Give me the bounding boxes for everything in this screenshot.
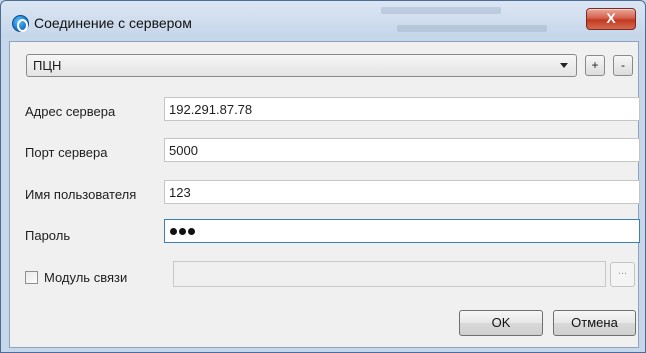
server-address-input[interactable]: 192.291.87.78 [164, 97, 640, 121]
profile-dropdown[interactable]: ПЦН [26, 54, 577, 77]
server-port-label: Порт сервера [25, 145, 108, 160]
comm-module-browse-button: ... [610, 262, 635, 287]
password-dot [170, 228, 177, 235]
close-button[interactable]: X [586, 8, 636, 30]
password-mask [170, 228, 195, 235]
comm-module-input [173, 261, 606, 287]
add-profile-button[interactable]: + [585, 55, 605, 76]
server-port-value: 5000 [169, 143, 198, 158]
profile-selected-value: ПЦН [33, 58, 62, 73]
server-port-input[interactable]: 5000 [164, 138, 640, 162]
username-value: 123 [169, 185, 191, 200]
password-label: Пароль [25, 228, 71, 243]
password-dot [179, 228, 186, 235]
dialog-window: Соединение с сервером X ПЦН + - Адрес се… [0, 0, 646, 353]
password-input[interactable] [164, 219, 640, 243]
background-window-decoration [361, 1, 591, 41]
remove-profile-button[interactable]: - [613, 55, 633, 76]
username-input[interactable]: 123 [164, 180, 640, 204]
username-label: Имя пользователя [25, 187, 137, 202]
comm-module-checkbox[interactable] [25, 271, 38, 284]
ok-button[interactable]: OK [459, 310, 543, 336]
window-title: Соединение с сервером [34, 15, 192, 31]
dialog-body: ПЦН + - Адрес сервера 192.291.87.78 Порт… [9, 41, 640, 348]
server-address-label: Адрес сервера [25, 104, 116, 119]
comm-module-label: Модуль связи [44, 270, 128, 285]
password-dot [188, 228, 195, 235]
server-address-value: 192.291.87.78 [169, 102, 253, 117]
cancel-button[interactable]: Отмена [553, 310, 636, 336]
chevron-down-icon [560, 63, 568, 68]
app-icon [12, 15, 29, 32]
title-bar[interactable]: Соединение с сервером X [1, 1, 645, 41]
